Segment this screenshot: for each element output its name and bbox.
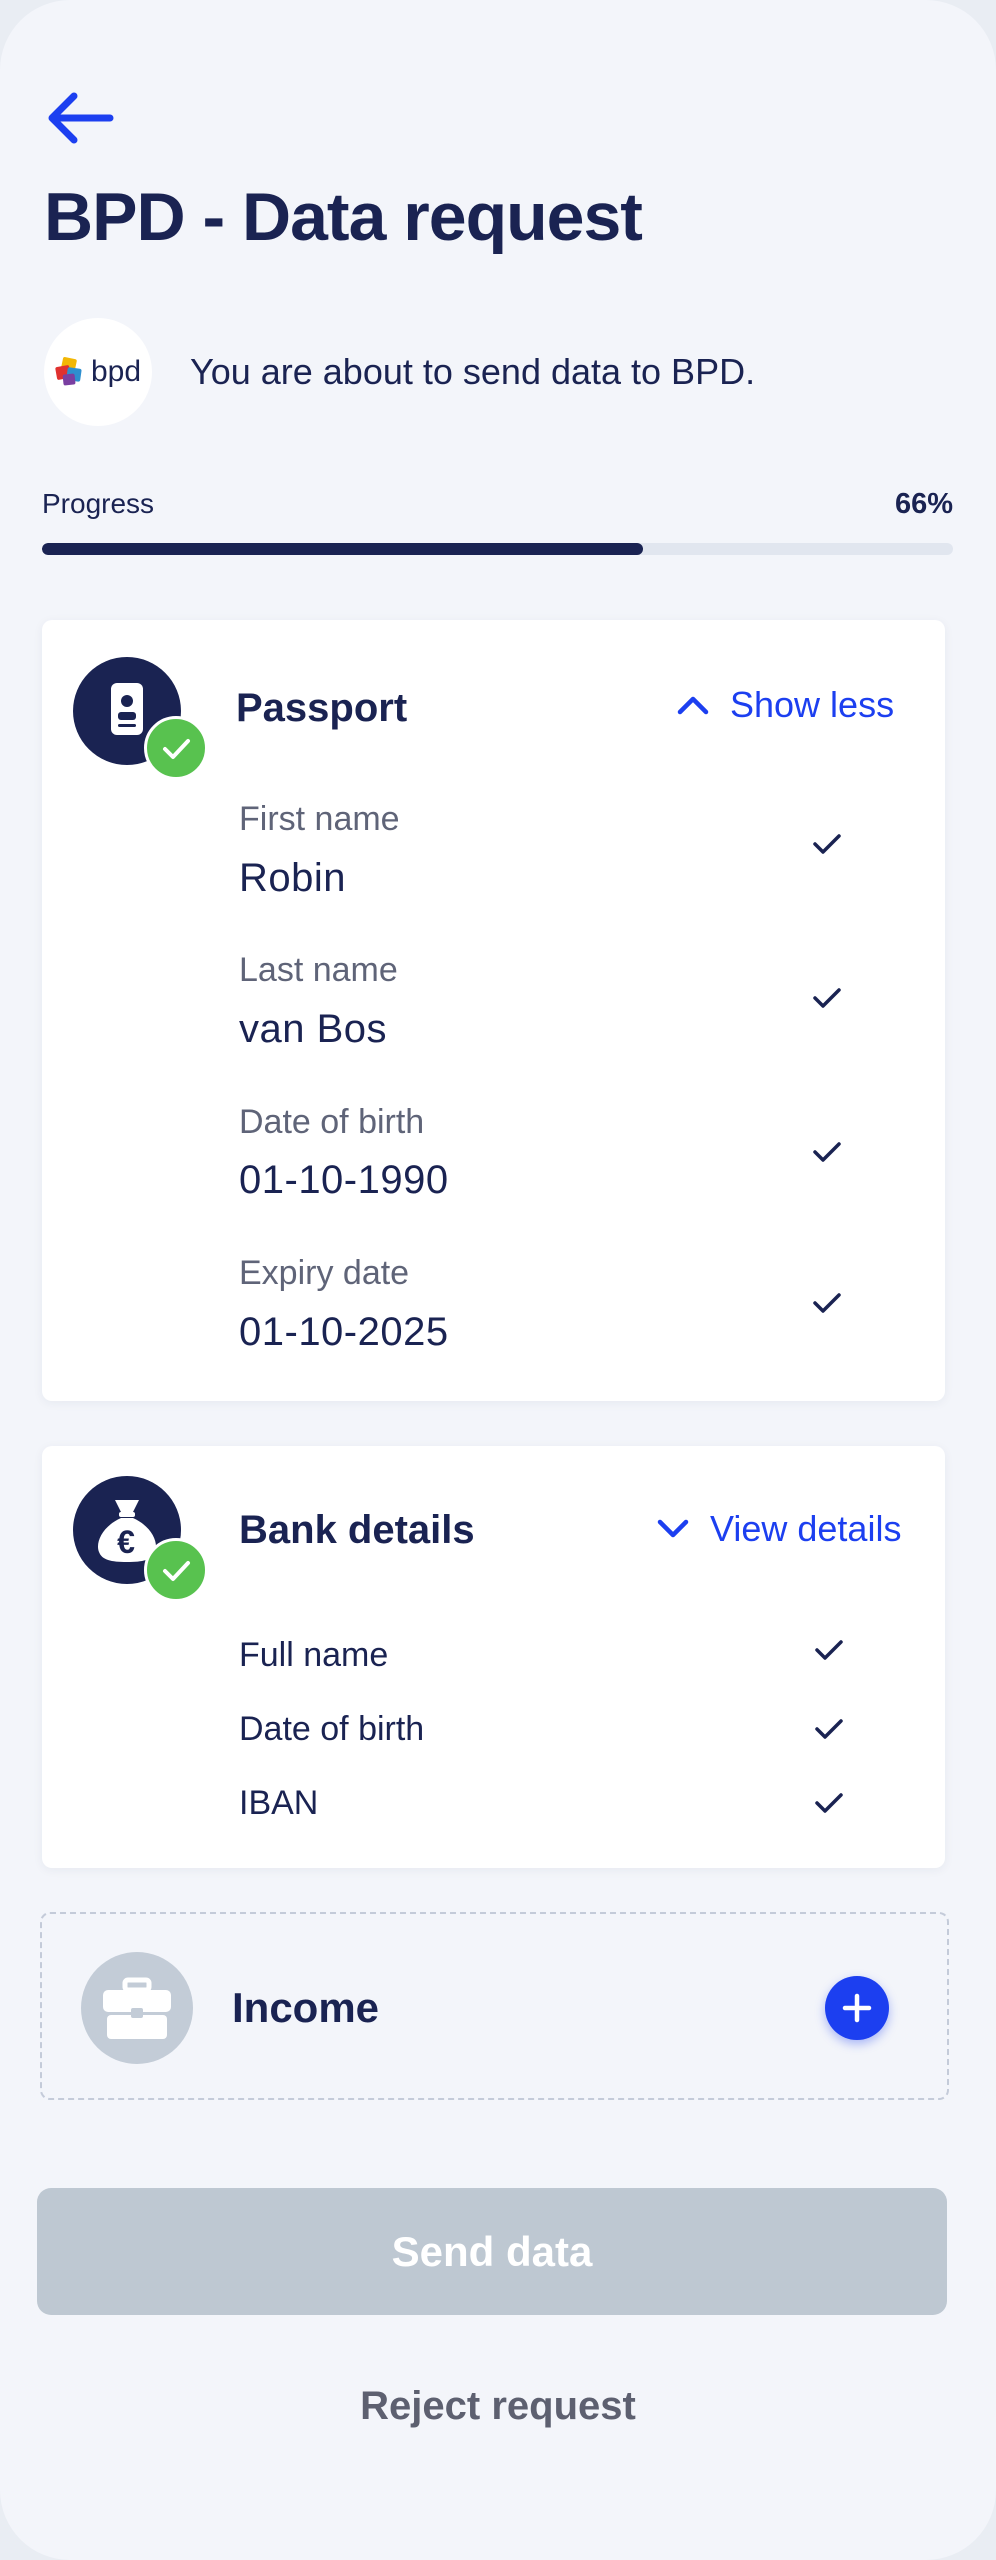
check-icon xyxy=(815,1793,843,1813)
check-icon xyxy=(815,1719,843,1739)
svg-text:€: € xyxy=(117,1524,135,1560)
income-card: Income xyxy=(40,1912,949,2100)
passport-field-label: Date of birth xyxy=(239,1103,425,1141)
passport-field-value: 01-10-2025 xyxy=(239,1310,449,1354)
progress-value: 66% xyxy=(894,488,953,520)
requester-logo: bpd xyxy=(44,318,152,426)
income-title: Income xyxy=(232,1984,380,2031)
send-data-button[interactable]: Send data xyxy=(37,2188,947,2315)
check-icon xyxy=(815,1640,843,1660)
requester-logo-text: bpd xyxy=(90,355,142,388)
passport-check-icon xyxy=(144,716,208,780)
chevron-up-icon xyxy=(677,696,709,715)
back-button[interactable] xyxy=(44,88,116,148)
arrow-left-icon xyxy=(48,92,114,144)
passport-show-less-toggle[interactable]: Show less xyxy=(676,684,894,726)
check-icon xyxy=(813,988,841,1008)
page-title: BPD - Data request xyxy=(44,179,643,255)
bank-details-card: € Bank details View details Full name Da… xyxy=(42,1446,945,1868)
chevron-down-icon xyxy=(657,1519,689,1538)
passport-field-label: First name xyxy=(239,800,400,838)
passport-card: Passport Show less First name Robin Last… xyxy=(42,620,945,1401)
screen: BPD - Data request bpd You are about to … xyxy=(0,0,996,2560)
passport-field-value: 01-10-1990 xyxy=(239,1158,449,1202)
add-income-button[interactable] xyxy=(825,1976,889,2040)
check-icon xyxy=(813,1293,841,1313)
requester-message: You are about to send data to BPD. xyxy=(190,351,756,392)
passport-toggle-label: Show less xyxy=(730,684,895,725)
bank-toggle-label: View details xyxy=(710,1508,902,1549)
passport-field-label: Expiry date xyxy=(239,1254,410,1292)
check-icon xyxy=(813,1142,841,1162)
reject-request-link[interactable]: Reject request xyxy=(0,2384,996,2429)
passport-field-value: van Bos xyxy=(239,1007,388,1051)
bank-details-title: Bank details xyxy=(239,1508,475,1552)
bank-view-details-toggle[interactable]: View details xyxy=(656,1508,901,1550)
bpd-logo-mark xyxy=(55,357,82,386)
passport-field-value: Robin xyxy=(239,856,347,900)
bank-item: Date of birth xyxy=(239,1710,425,1748)
passport-field-label: Last name xyxy=(239,951,398,989)
passport-title: Passport xyxy=(236,686,408,730)
briefcase-icon xyxy=(81,1952,193,2064)
plus-icon xyxy=(842,1993,872,2023)
bank-check-icon xyxy=(144,1538,208,1602)
bank-item: Full name xyxy=(239,1636,389,1674)
progress-fill xyxy=(42,543,644,555)
progress-label: Progress xyxy=(42,488,155,519)
check-icon xyxy=(813,834,841,854)
requester-row: bpd You are about to send data to BPD. xyxy=(44,318,755,426)
progress-bar xyxy=(42,543,953,555)
bank-item: IBAN xyxy=(239,1784,319,1822)
